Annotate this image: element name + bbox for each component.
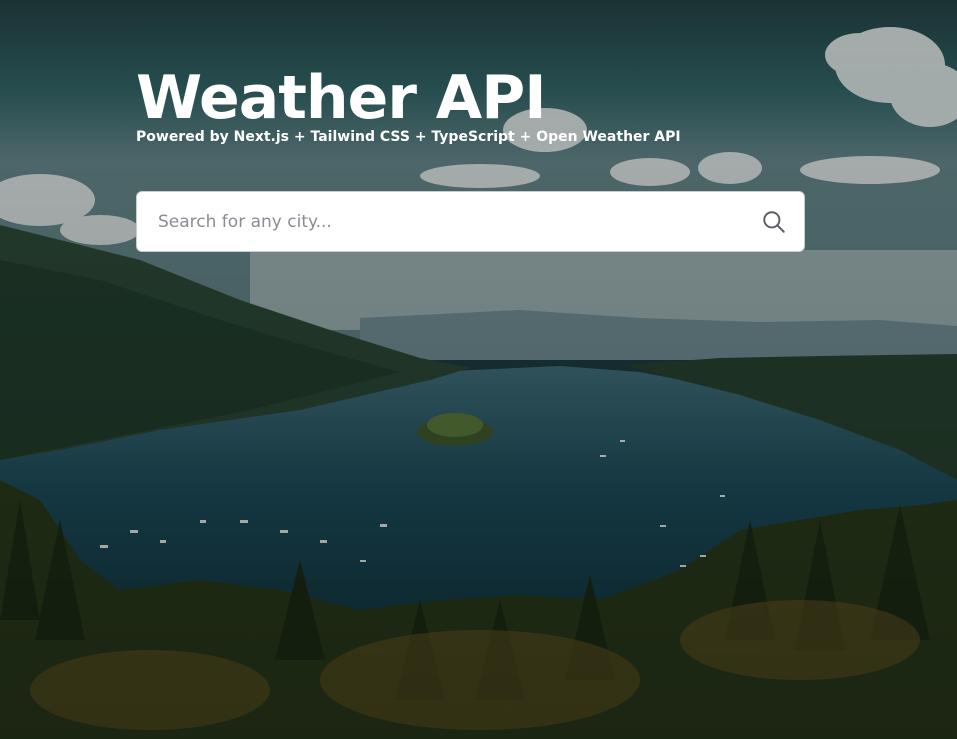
search-icon — [763, 210, 785, 233]
hero-header: Weather API Powered by Next.js + Tailwin… — [136, 62, 808, 146]
page: Weather API Powered by Next.js + Tailwin… — [0, 0, 957, 739]
page-subtitle: Powered by Next.js + Tailwind CSS + Type… — [136, 129, 681, 145]
search-bar — [136, 191, 805, 252]
page-title: Weather API — [136, 63, 547, 133]
search-button[interactable] — [744, 192, 804, 251]
city-search-input[interactable] — [137, 192, 744, 251]
